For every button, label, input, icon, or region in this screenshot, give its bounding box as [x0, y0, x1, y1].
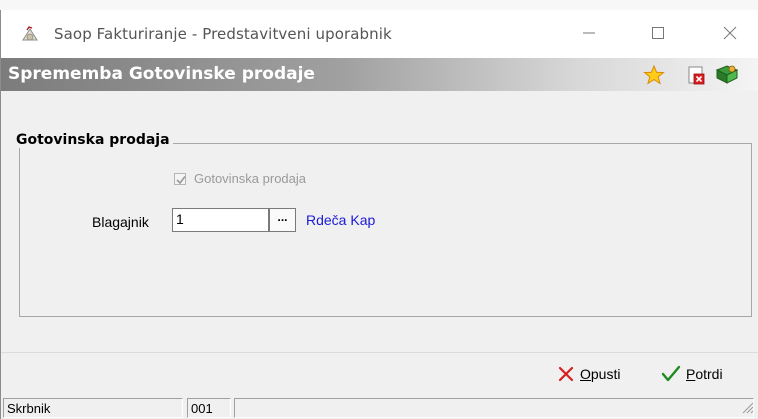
form-header: Sprememba Gotovinske prodaje	[1, 58, 758, 91]
app-icon	[19, 24, 41, 46]
form-title: Sprememba Gotovinske prodaje	[8, 64, 315, 84]
close-icon	[723, 26, 737, 43]
title-bar: Saop Fakturiranje - Predstavitveni upora…	[1, 10, 758, 58]
cashier-name: Rdeča Kap	[306, 212, 376, 228]
confirm-button[interactable]: Potrdi	[661, 365, 723, 383]
cancel-icon	[558, 366, 574, 382]
maximize-button[interactable]	[635, 16, 681, 52]
button-bar: Opusti Potrdi	[1, 352, 758, 397]
cashier-browse-button[interactable]: ...	[269, 208, 296, 232]
minimize-icon	[582, 26, 596, 43]
dialog-window: Saop Fakturiranje - Predstavitveni upora…	[0, 10, 758, 419]
resize-grip-icon[interactable]	[740, 400, 754, 417]
form-panel: Gotovinska prodaja Gotovinska prodaja Bl…	[1, 91, 758, 352]
window-title: Saop Fakturiranje - Predstavitveni upora…	[54, 25, 392, 43]
group-title: Gotovinska prodaja	[14, 132, 173, 148]
maximize-icon	[651, 26, 665, 43]
book-exit-icon[interactable]	[715, 64, 739, 86]
star-icon[interactable]	[643, 64, 665, 86]
minimize-button[interactable]	[566, 16, 612, 52]
cancel-label: Opusti	[580, 366, 621, 382]
cash-sale-checkbox[interactable]: Gotovinska prodaja	[174, 171, 306, 186]
status-bar: Skrbnik 001	[1, 396, 758, 419]
status-code: 001	[187, 398, 231, 418]
cashier-label: Blagajnik	[92, 214, 149, 230]
status-user: Skrbnik	[3, 398, 183, 418]
close-button[interactable]	[707, 16, 753, 52]
document-delete-icon[interactable]	[685, 64, 707, 86]
checkmark-icon	[661, 365, 681, 382]
status-extra	[234, 398, 754, 418]
confirm-label: Potrdi	[686, 366, 723, 382]
checkbox-label: Gotovinska prodaja	[194, 171, 307, 186]
group-box	[19, 143, 752, 317]
checkbox-box[interactable]	[174, 172, 186, 185]
cashier-input[interactable]: 1	[172, 208, 269, 232]
confirm-hotkey: P	[686, 366, 696, 382]
cancel-hotkey: O	[580, 366, 591, 382]
cancel-button[interactable]: Opusti	[557, 365, 620, 383]
